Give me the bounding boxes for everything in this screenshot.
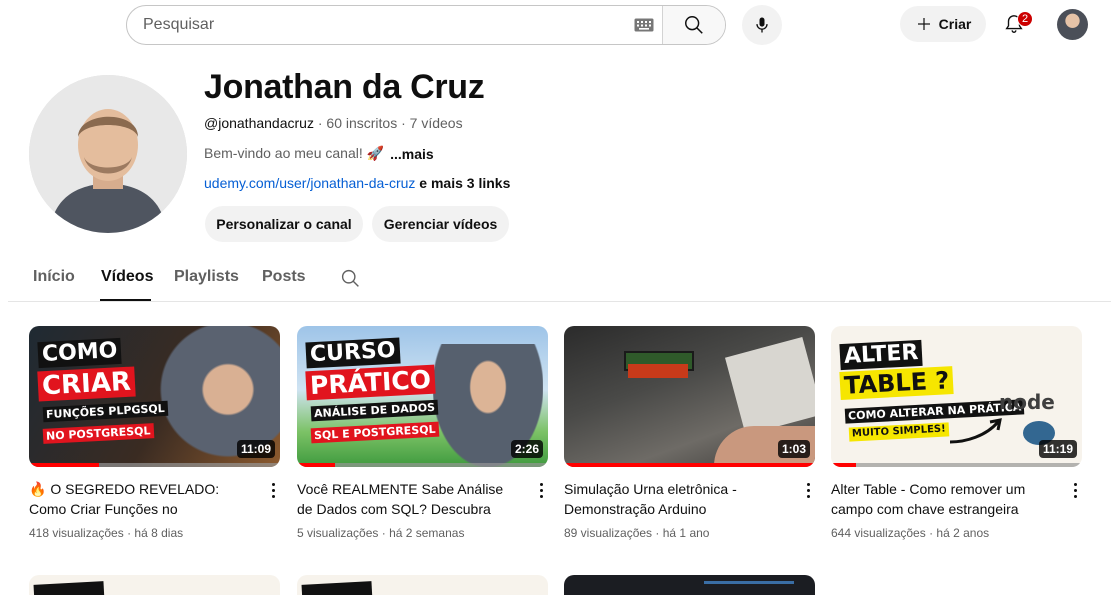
upload-age: há 1 ano bbox=[662, 526, 710, 540]
channel-handle: @jonathandacruz bbox=[204, 115, 314, 131]
more-actions-icon[interactable] bbox=[801, 480, 815, 500]
plus-icon bbox=[917, 18, 930, 30]
video-thumbnail[interactable] bbox=[564, 575, 815, 595]
video-title[interactable]: 🔥 O SEGREDO REVELADO: Como Criar Funções… bbox=[29, 479, 251, 519]
thumbnail-text: MUITO SIMPLES! bbox=[848, 422, 950, 442]
meta-separator: · bbox=[381, 526, 386, 540]
microphone-icon bbox=[756, 17, 768, 33]
manage-videos-button[interactable]: Gerenciar vídeos bbox=[372, 206, 509, 242]
watch-progress-bar bbox=[564, 463, 815, 467]
subscriber-count: 60 inscritos bbox=[326, 115, 398, 131]
tab-posts[interactable]: Posts bbox=[262, 268, 306, 286]
keyboard-icon[interactable] bbox=[626, 6, 662, 44]
meta-separator: · bbox=[401, 115, 406, 131]
tab-home[interactable]: Início bbox=[33, 268, 75, 286]
video-card[interactable]: ALTER TABLE ? COMO ALTERAR NA PRÁTICA MU… bbox=[831, 326, 1082, 540]
video-card[interactable]: COMO CRIAR FUNÇÕES PLPGSQL NO POSTGRESQL… bbox=[29, 326, 280, 540]
upload-age: há 2 semanas bbox=[389, 526, 465, 540]
customize-channel-button[interactable]: Personalizar o canal bbox=[205, 206, 363, 242]
thumbnail-text: COMO bbox=[37, 337, 123, 369]
thumbnail-text: PRÁTICO bbox=[305, 364, 436, 401]
video-title[interactable]: Você REALMENTE Sabe Análise de Dados com… bbox=[297, 479, 519, 519]
search-icon bbox=[685, 16, 703, 34]
tab-playlists[interactable]: Playlists bbox=[174, 268, 239, 286]
channel-meta: @jonathandacruz · 60 inscritos · 7 vídeo… bbox=[204, 115, 463, 131]
thumbnail-text: ALTER bbox=[839, 339, 924, 371]
thumbnail-text: CURSO bbox=[305, 337, 401, 369]
video-duration: 1:03 bbox=[777, 440, 810, 458]
watch-progress-bar bbox=[29, 463, 280, 467]
channel-search-icon[interactable] bbox=[340, 268, 361, 294]
watch-progress-bar bbox=[297, 463, 548, 467]
meta-separator: · bbox=[127, 526, 132, 540]
more-actions-icon[interactable] bbox=[1068, 480, 1082, 500]
create-label: Criar bbox=[938, 16, 972, 32]
view-count: 418 visualizações bbox=[29, 526, 124, 540]
udemy-link[interactable]: udemy.com/user/jonathan-da-cruz bbox=[204, 175, 415, 191]
video-card[interactable]: 1:03 Simulação Urna eletrônica - Demonst… bbox=[564, 326, 815, 540]
video-thumbnail[interactable] bbox=[29, 575, 280, 595]
video-thumbnail[interactable]: CURSO PRÁTICO ANÁLISE DE DADOS SQL E POS… bbox=[297, 326, 548, 467]
more-actions-icon[interactable] bbox=[266, 480, 280, 500]
video-meta: 644 visualizações · há 2 anos bbox=[831, 526, 989, 540]
video-thumbnail[interactable]: 1:03 bbox=[564, 326, 815, 467]
create-button[interactable]: Criar bbox=[900, 6, 986, 42]
channel-links: udemy.com/user/jonathan-da-cruz e mais 3… bbox=[204, 175, 510, 191]
tabs-divider bbox=[8, 301, 1111, 302]
thumbnail-text: NO POSTGRESQL bbox=[42, 423, 154, 444]
thumbnail-text: CRIAR bbox=[37, 366, 136, 402]
video-duration: 2:26 bbox=[510, 440, 543, 458]
upload-age: há 8 dias bbox=[134, 526, 184, 540]
search-input[interactable] bbox=[127, 6, 626, 44]
video-thumbnail[interactable]: COMO CRIAR FUNÇÕES PLPGSQL NO POSTGRESQL… bbox=[29, 326, 280, 467]
watch-progress-bar bbox=[831, 463, 1082, 467]
video-meta: 89 visualizações · há 1 ano bbox=[564, 526, 709, 540]
video-meta: 418 visualizações · há 8 dias bbox=[29, 526, 183, 540]
description-more-link[interactable]: ...mais bbox=[390, 146, 434, 162]
tab-videos[interactable]: Vídeos bbox=[101, 268, 153, 286]
video-title[interactable]: Alter Table - Como remover um campo com … bbox=[831, 479, 1053, 519]
video-duration: 11:19 bbox=[1038, 440, 1077, 458]
video-title[interactable]: Simulação Urna eletrônica - Demonstração… bbox=[564, 479, 786, 519]
search-bar bbox=[126, 5, 726, 45]
voice-search-button[interactable] bbox=[742, 5, 782, 45]
notification-count-badge: 2 bbox=[1017, 11, 1033, 27]
meta-separator: · bbox=[655, 526, 660, 540]
thumbnail-text: ANÁLISE DE DADOS bbox=[310, 399, 439, 422]
meta-separator: · bbox=[929, 526, 934, 540]
more-actions-icon[interactable] bbox=[534, 480, 548, 500]
more-links-button[interactable]: e mais 3 links bbox=[419, 175, 510, 191]
video-thumbnail[interactable] bbox=[297, 575, 548, 595]
channel-description[interactable]: Bem-vindo ao meu canal! 🚀 ...mais bbox=[204, 145, 434, 162]
description-text: Bem-vindo ao meu canal! 🚀 bbox=[204, 145, 385, 161]
video-thumbnail[interactable]: ALTER TABLE ? COMO ALTERAR NA PRÁTICA MU… bbox=[831, 326, 1082, 467]
video-count: 7 vídeos bbox=[409, 115, 463, 131]
upload-age: há 2 anos bbox=[936, 526, 990, 540]
thumbnail-text: node bbox=[999, 390, 1055, 414]
channel-avatar bbox=[29, 75, 187, 233]
account-avatar[interactable] bbox=[1057, 9, 1088, 40]
video-card[interactable]: CURSO PRÁTICO ANÁLISE DE DADOS SQL E POS… bbox=[297, 326, 548, 540]
thumbnail-text: SQL E POSTGRESQL bbox=[310, 421, 439, 444]
video-meta: 5 visualizações · há 2 semanas bbox=[297, 526, 464, 540]
channel-name: Jonathan da Cruz bbox=[204, 68, 485, 106]
view-count: 644 visualizações bbox=[831, 526, 926, 540]
meta-separator: · bbox=[317, 115, 323, 131]
video-duration: 11:09 bbox=[236, 440, 275, 458]
channel-tabs: Início Vídeos Playlists Posts bbox=[0, 262, 1111, 302]
search-button[interactable] bbox=[662, 6, 725, 44]
view-count: 89 visualizações bbox=[564, 526, 653, 540]
thumbnail-text: TABLE ? bbox=[839, 366, 954, 400]
view-count: 5 visualizações bbox=[297, 526, 379, 540]
